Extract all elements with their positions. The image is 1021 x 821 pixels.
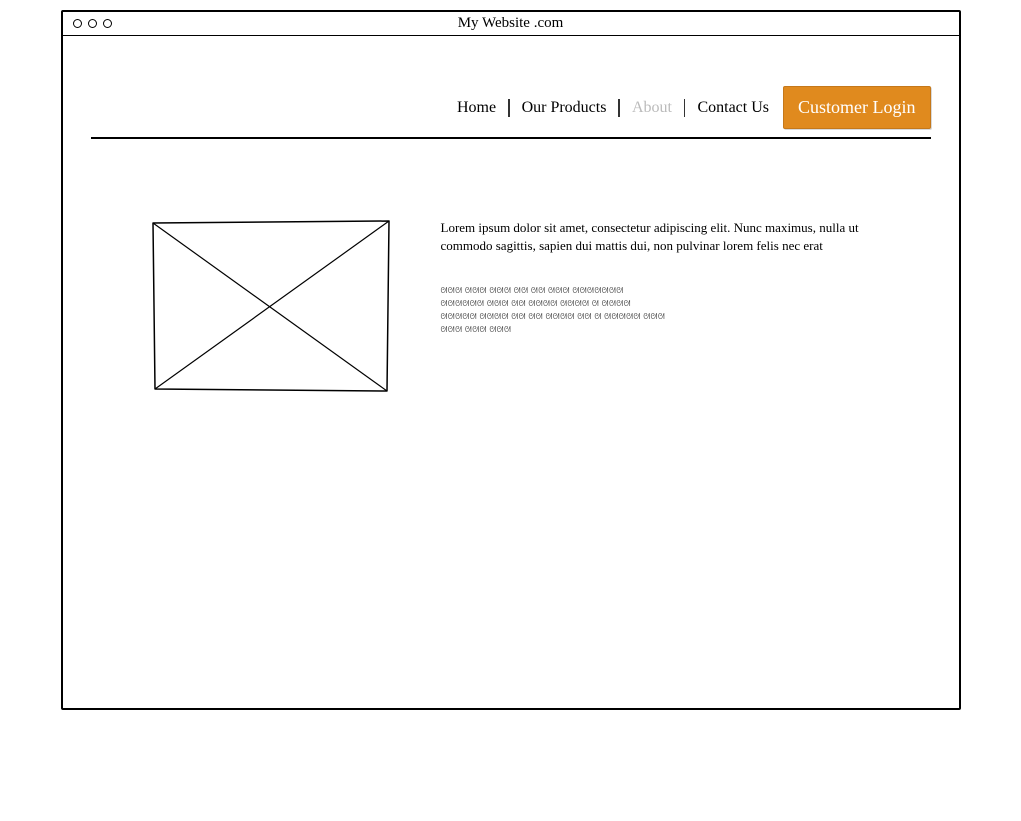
scribble-line: ᘛᘛᘛᘛᘛ ᘛᘛᘛᘛ ᘛᘛ ᘛᘛ ᘛᘛᘛᘛ ᘛᘛ ᘛ ᘛᘛᘛᘛᘛ ᘛᘛᘛ <box>441 311 741 324</box>
nav-separator <box>618 99 620 117</box>
window-controls <box>63 19 112 28</box>
window-minimize-icon[interactable] <box>88 19 97 28</box>
nav-about[interactable]: About <box>632 99 672 117</box>
nav-our-products[interactable]: Our Products <box>522 99 607 117</box>
window-close-icon[interactable] <box>73 19 82 28</box>
scribble-line: ᘛᘛᘛ ᘛᘛᘛ ᘛᘛᘛ ᘛᘛ ᘛᘛ ᘛᘛᘛ ᘛᘛᘛᘛᘛᘛᘛ <box>441 285 741 298</box>
about-text-column: Lorem ipsum dolor sit amet, consectetur … <box>441 219 931 394</box>
nav-links: Home Our Products About Contact Us <box>457 99 769 117</box>
nav-separator <box>684 99 686 117</box>
main-content-row: Lorem ipsum dolor sit amet, consectetur … <box>91 219 931 394</box>
browser-window: My Website .com Home Our Products About … <box>61 10 961 710</box>
scribble-line: ᘛᘛᘛ ᘛᘛᘛ ᘛᘛᘛ <box>441 324 741 337</box>
nav-home[interactable]: Home <box>457 99 496 117</box>
about-body-placeholder: ᘛᘛᘛ ᘛᘛᘛ ᘛᘛᘛ ᘛᘛ ᘛᘛ ᘛᘛᘛ ᘛᘛᘛᘛᘛᘛᘛ ᘛᘛᘛᘛᘛᘛ ᘛᘛᘛ… <box>441 285 741 336</box>
placeholder-icon <box>151 219 391 394</box>
nav-contact-us[interactable]: Contact Us <box>697 99 769 117</box>
customer-login-button[interactable]: Customer Login <box>783 86 931 129</box>
scribble-line: ᘛᘛᘛᘛᘛᘛ ᘛᘛᘛ ᘛᘛ ᘛᘛᘛᘛ ᘛᘛᘛᘛ ᘛ ᘛᘛᘛᘛ <box>441 298 741 311</box>
window-maximize-icon[interactable] <box>103 19 112 28</box>
about-image-placeholder <box>151 219 391 394</box>
page-content: Home Our Products About Contact Us Custo… <box>63 36 959 414</box>
header-divider <box>91 137 931 139</box>
browser-title: My Website .com <box>63 15 959 32</box>
nav-separator <box>508 99 510 117</box>
header-nav: Home Our Products About Contact Us Custo… <box>91 86 931 129</box>
about-intro-text: Lorem ipsum dolor sit amet, consectetur … <box>441 219 901 255</box>
browser-titlebar: My Website .com <box>63 12 959 36</box>
